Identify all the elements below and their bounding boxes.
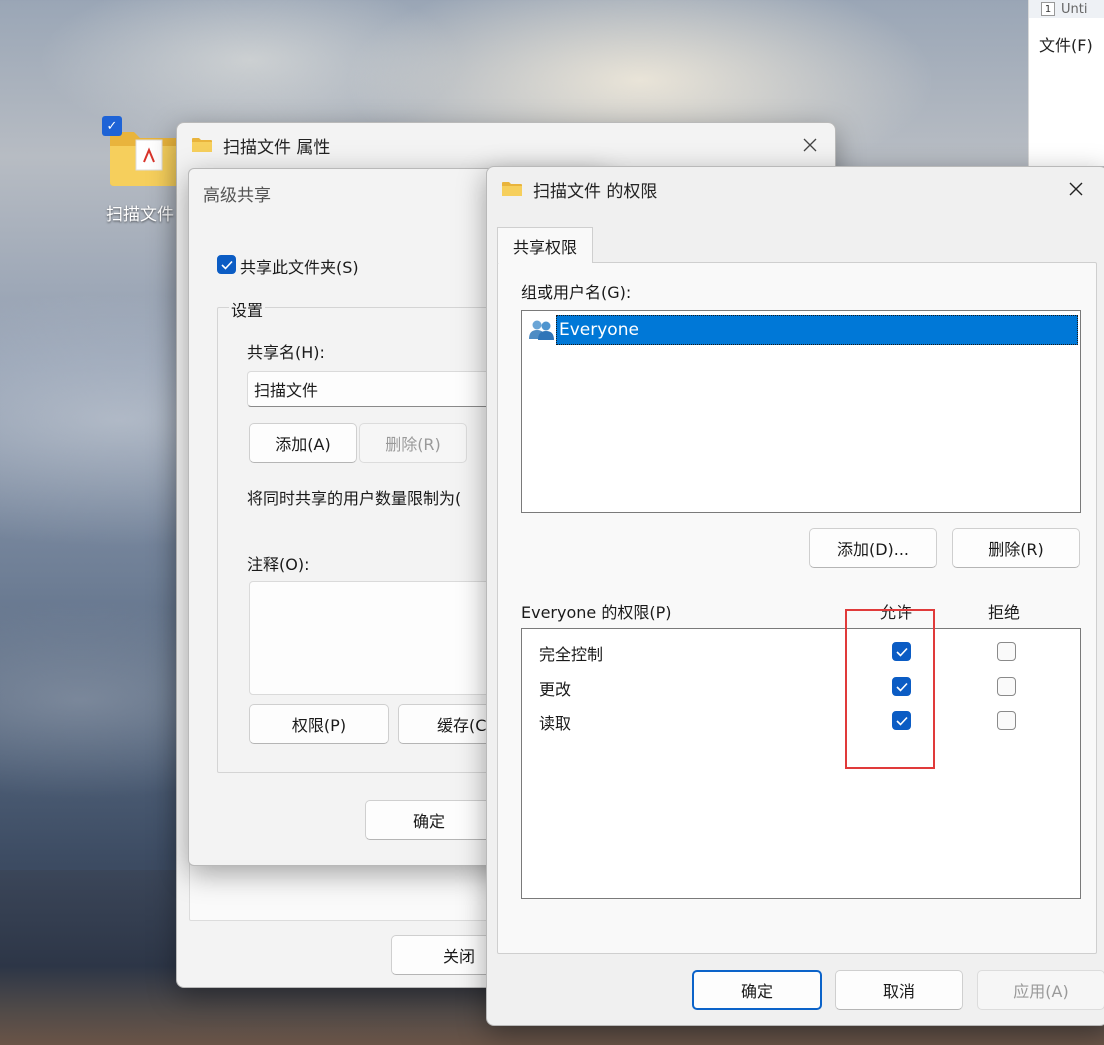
tab-share-permissions[interactable]: 共享权限	[497, 227, 593, 263]
group-user-label: 组或用户名(G):	[521, 283, 632, 302]
desktop-folder-label: 扫描文件	[106, 205, 174, 225]
deny-checkbox[interactable]	[997, 711, 1016, 730]
ok-button[interactable]: 确定	[692, 970, 822, 1010]
deny-checkbox[interactable]	[997, 642, 1016, 661]
user-limit-label: 将同时共享的用户数量限制为(	[247, 489, 462, 508]
share-folder-checkbox[interactable]	[217, 255, 236, 274]
permissions-table	[521, 628, 1081, 899]
list-item[interactable]: Everyone	[526, 315, 1078, 345]
permissions-titlebar: 扫描文件 的权限	[487, 167, 1104, 211]
properties-titlebar: 扫描文件 属性	[177, 123, 835, 167]
tab-share-permissions-label: 共享权限	[512, 237, 577, 257]
menu-file[interactable]: 文件(F)	[1039, 32, 1093, 56]
folder-icon	[192, 138, 212, 152]
users-group-icon	[529, 320, 554, 340]
notepad-tab-title: Unti	[1061, 1, 1088, 17]
folder-icon	[110, 132, 184, 186]
selection-check-icon[interactable]: ✓	[102, 116, 122, 136]
column-deny-header: 拒绝	[988, 603, 1021, 622]
permissions-dialog: 扫描文件 的权限 共享权限 组或用户名(G): Everyone 添加(D)..…	[486, 166, 1104, 1026]
settings-group-label: 设置	[229, 297, 266, 321]
close-icon[interactable]	[793, 129, 827, 161]
highlight-box	[845, 609, 935, 769]
share-name-label: 共享名(H):	[247, 343, 325, 362]
share-folder-label[interactable]: 共享此文件夹(S)	[240, 254, 359, 278]
notepad-tab-number: 1	[1041, 2, 1055, 16]
advanced-ok-button[interactable]: 确定	[365, 800, 493, 840]
comment-label: 注释(O):	[247, 555, 310, 574]
users-listbox[interactable]: Everyone	[521, 310, 1081, 513]
advanced-share-title: 高级共享	[203, 186, 271, 206]
permissions-button[interactable]: 权限(P)	[249, 704, 389, 744]
notepad-tab[interactable]: 1 Unti	[1029, 0, 1104, 18]
permissions-for-label: Everyone 的权限(P)	[521, 603, 672, 622]
permission-name: 更改	[539, 680, 572, 699]
add-share-button[interactable]: 添加(A)	[249, 423, 357, 463]
notepad-window: 1 Unti 文件(F)	[1028, 0, 1104, 166]
permissions-title: 扫描文件 的权限	[533, 181, 658, 202]
deny-checkbox[interactable]	[997, 677, 1016, 696]
apply-button[interactable]: 应用(A)	[977, 970, 1104, 1010]
remove-share-button[interactable]: 删除(R)	[359, 423, 467, 463]
user-name: Everyone	[559, 320, 639, 340]
permission-name: 完全控制	[539, 645, 604, 664]
remove-user-button[interactable]: 删除(R)	[952, 528, 1080, 568]
add-user-button[interactable]: 添加(D)...	[809, 528, 937, 568]
permission-name: 读取	[539, 714, 572, 733]
close-icon[interactable]	[1059, 173, 1093, 205]
share-name-value: 扫描文件	[254, 381, 319, 400]
folder-icon	[502, 182, 522, 196]
selected-user-row[interactable]: Everyone	[556, 315, 1078, 345]
properties-title: 扫描文件 属性	[223, 137, 331, 158]
cancel-button[interactable]: 取消	[835, 970, 963, 1010]
